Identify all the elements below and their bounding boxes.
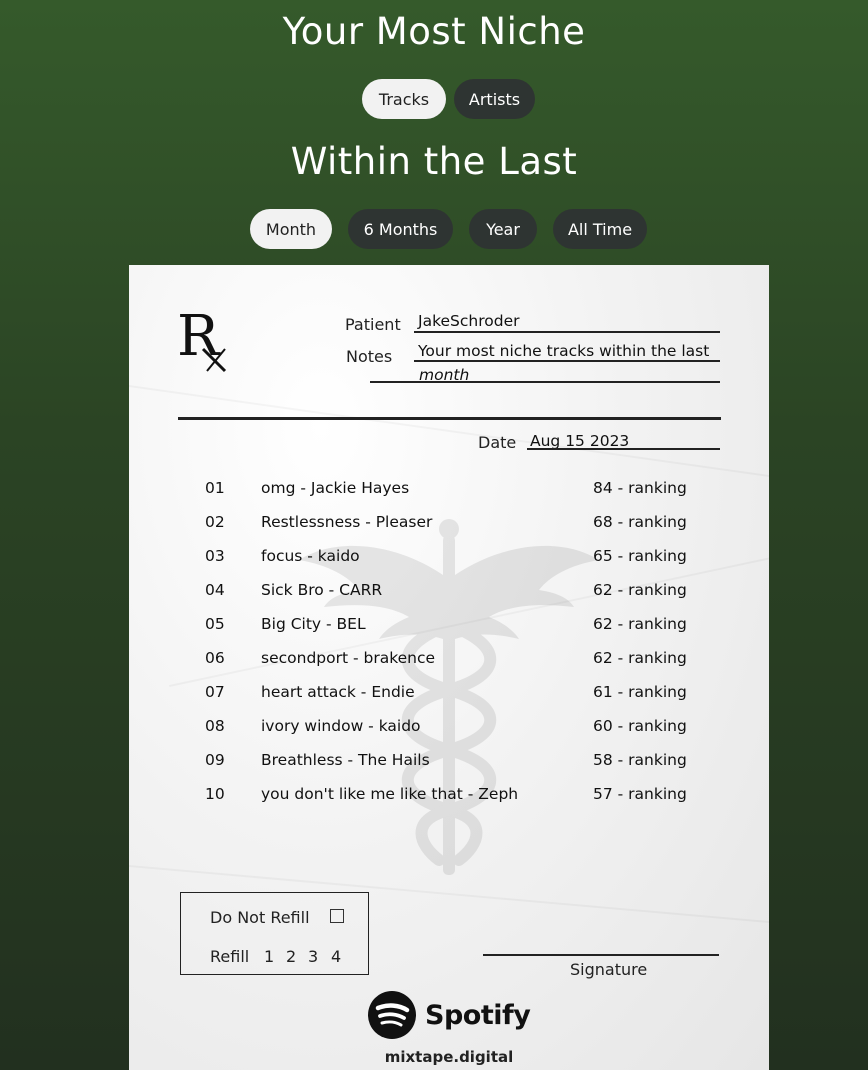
track-row: 01 omg - Jackie Hayes 84 - ranking [129,479,769,505]
notes-underline-1 [414,360,720,362]
track-ranking: 68 - ranking [593,513,687,531]
track-title: you don't like me like that - Zeph [261,785,519,803]
do-not-refill-checkbox[interactable] [330,909,344,923]
track-title: omg - Jackie Hayes [261,479,410,497]
track-ranking: 62 - ranking [593,649,687,667]
refill-label: Refill [210,947,250,966]
track-row: 08 ivory window - kaido 60 - ranking [129,717,769,743]
refill-option[interactable]: 1 [264,947,274,966]
track-row: 03 focus - kaido 65 - ranking [129,547,769,573]
refill-option[interactable]: 3 [308,947,318,966]
paper-crease [129,385,769,484]
track-number: 01 [205,479,225,497]
range-heading: Within the Last [290,140,578,183]
track-title: focus - kaido [261,547,360,565]
track-title: heart attack - Endie [261,683,415,701]
signature-label: Signature [570,960,648,979]
range-all-time[interactable]: All Time [553,209,647,249]
notes-label: Notes [346,347,393,366]
prescription-card: R Patient JakeSchroder Notes Your most n… [129,265,769,1070]
range-6-months[interactable]: 6 Months [348,209,453,249]
track-title: Sick Bro - CARR [261,581,383,599]
range-month[interactable]: Month [250,209,332,249]
range-year[interactable]: Year [469,209,537,249]
track-ranking: 65 - ranking [593,547,687,565]
patient-underline [414,331,720,333]
track-title: secondport - brakence [261,649,436,667]
track-number: 04 [205,581,225,599]
tab-tracks[interactable]: Tracks [362,79,446,119]
track-number: 05 [205,615,225,633]
header-divider [178,417,721,420]
refill-option[interactable]: 2 [286,947,296,966]
track-number: 08 [205,717,225,735]
refill-box: Do Not Refill Refill 1 2 3 4 [180,892,369,975]
track-row: 02 Restlessness - Pleaser 68 - ranking [129,513,769,539]
track-row: 06 secondport - brakence 62 - ranking [129,649,769,675]
track-ranking: 84 - ranking [593,479,687,497]
track-number: 09 [205,751,225,769]
track-number: 07 [205,683,225,701]
track-row: 05 Big City - BEL 62 - ranking [129,615,769,641]
track-number: 06 [205,649,225,667]
notes-text-line1: Your most niche tracks within the last [418,342,710,360]
track-ranking: 62 - ranking [593,615,687,633]
track-row: 09 Breathless - The Hails 58 - ranking [129,751,769,777]
date-underline [527,448,720,450]
do-not-refill-label: Do Not Refill [210,908,310,927]
track-row: 10 you don't like me like that - Zeph 57 -… [129,785,769,811]
track-number: 02 [205,513,225,531]
spotify-wordmark: Spotify [425,999,531,1031]
refill-option[interactable]: 4 [331,947,341,966]
rx-symbol-icon: R [177,305,227,373]
date-label: Date [478,433,517,452]
track-title: Restlessness - Pleaser [261,513,433,531]
track-ranking: 62 - ranking [593,581,687,599]
track-ranking: 61 - ranking [593,683,687,701]
track-title: Breathless - The Hails [261,751,430,769]
track-ranking: 57 - ranking [593,785,687,803]
track-ranking: 58 - ranking [593,751,687,769]
spotify-icon [368,991,416,1039]
page-title: Your Most Niche [282,10,586,53]
track-row: 07 heart attack - Endie 61 - ranking [129,683,769,709]
site-name[interactable]: mixtape.digital [129,1048,769,1066]
track-ranking: 60 - ranking [593,717,687,735]
patient-label: Patient [345,315,401,334]
tab-artists[interactable]: Artists [454,79,535,119]
signature-line [483,954,719,956]
track-number: 03 [205,547,225,565]
notes-underline-2 [370,381,720,383]
track-number: 10 [205,785,225,803]
spotify-logo: Spotify [367,990,531,1040]
track-title: ivory window - kaido [261,717,421,735]
track-row: 04 Sick Bro - CARR 62 - ranking [129,581,769,607]
track-title: Big City - BEL [261,615,366,633]
patient-name: JakeSchroder [418,312,520,330]
